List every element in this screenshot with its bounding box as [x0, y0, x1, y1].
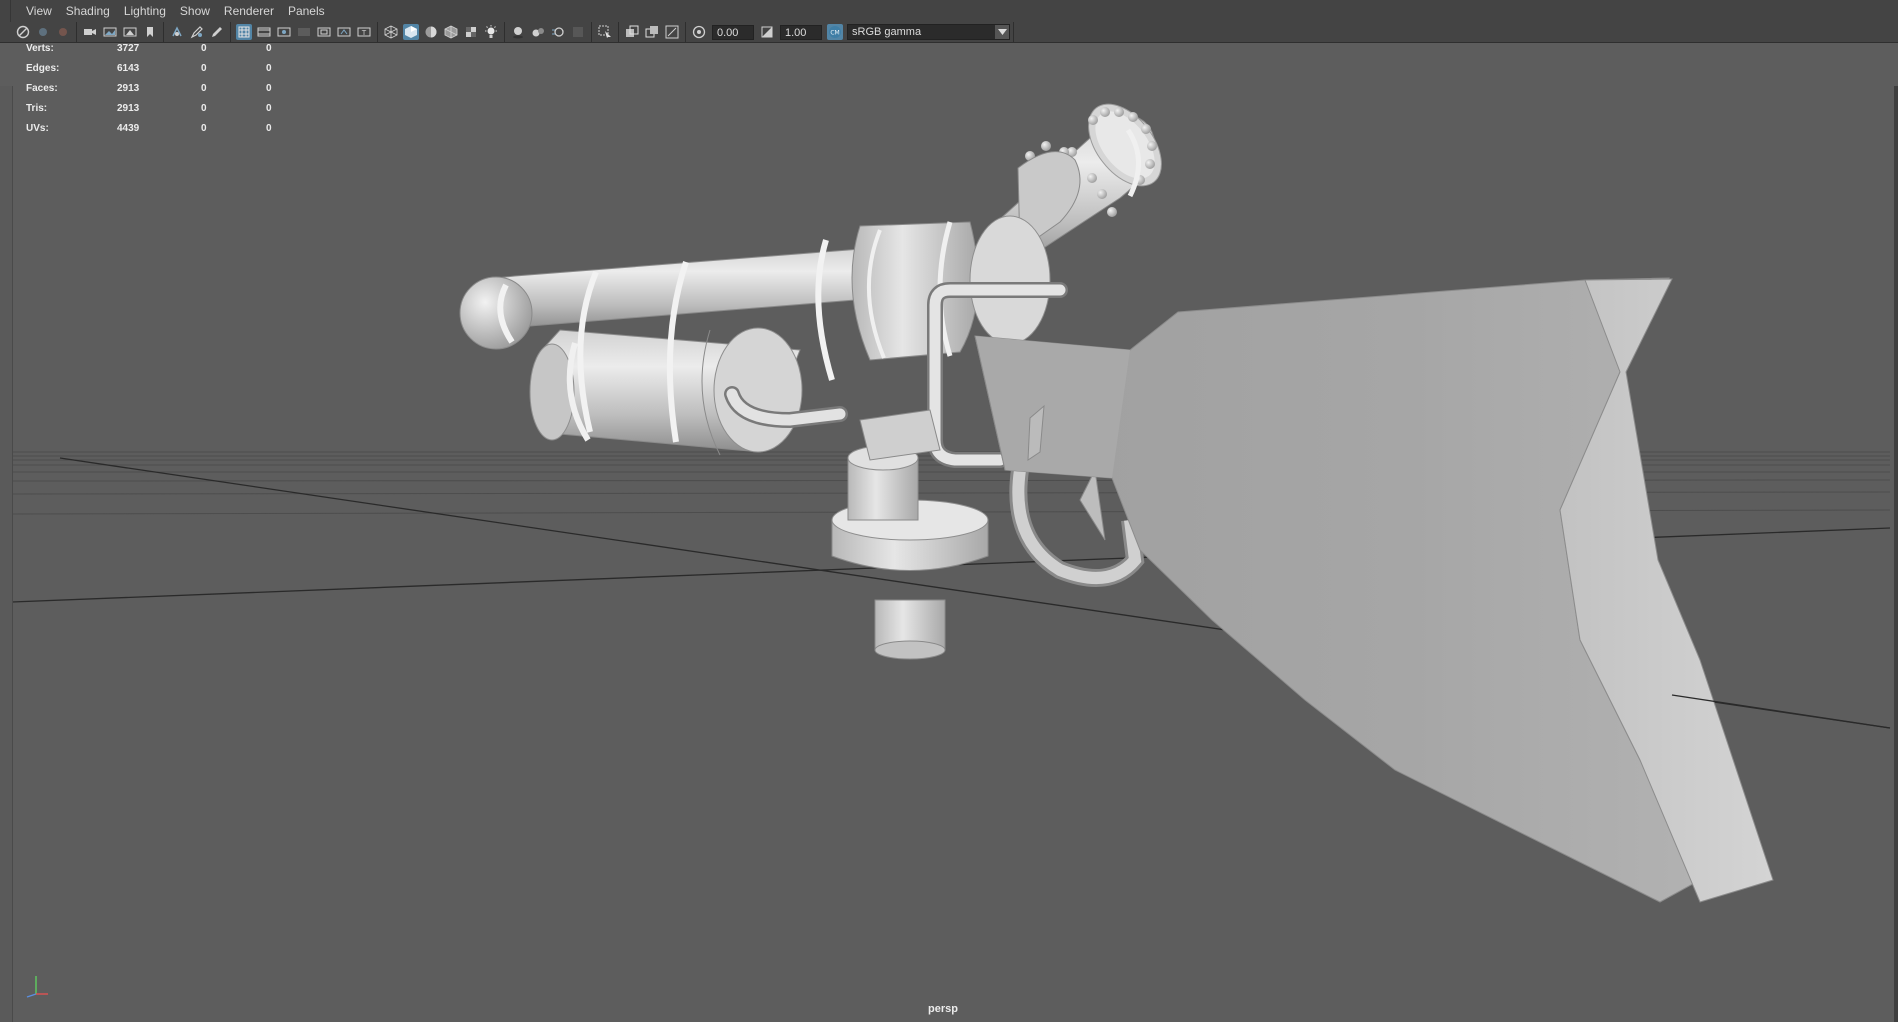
wireframe-on-shaded-icon[interactable]: [443, 24, 459, 40]
exposure-field[interactable]: 0.00: [712, 24, 754, 40]
chevron-down-icon[interactable]: [995, 25, 1009, 39]
gate-mask-icon[interactable]: [296, 24, 312, 40]
bookmark-icon[interactable]: [122, 24, 138, 40]
hud-row-uvs: UVs: 4439 0 0: [26, 121, 296, 141]
menu-view[interactable]: View: [19, 0, 59, 22]
toolbar-group-select: [10, 22, 77, 42]
image-plane-icon[interactable]: [102, 24, 118, 40]
menu-panels[interactable]: Panels: [281, 0, 332, 22]
hud-value: 3727: [117, 43, 140, 54]
svg-text:T: T: [361, 29, 367, 37]
gamma-field[interactable]: 1.00: [780, 24, 822, 40]
camera-icon[interactable]: [82, 24, 98, 40]
svg-text:CM: CM: [830, 30, 839, 37]
camera-name-label: persp: [928, 1003, 958, 1015]
color-space-label: sRGB gamma: [852, 26, 922, 38]
hud-value: 0: [266, 123, 272, 134]
toolbar-group-xray: [619, 22, 686, 42]
safe-action-icon[interactable]: [336, 24, 352, 40]
hud-value: 0: [201, 83, 207, 94]
perspective-viewport[interactable]: [0, 43, 1898, 1022]
hud-label: Tris:: [26, 103, 48, 114]
hud-value: 0: [266, 63, 272, 74]
hud-value: 4439: [117, 123, 140, 134]
xray-icon[interactable]: [624, 24, 640, 40]
toolbar-group-display: T: [231, 22, 378, 42]
hud-value: 2913: [117, 83, 140, 94]
toolbar-group-shading: [378, 22, 505, 42]
viewport-right-border: [1894, 86, 1898, 1022]
menu-renderer[interactable]: Renderer: [217, 0, 281, 22]
maya-window: View Shading Lighting Show Renderer Pane…: [0, 0, 1898, 1022]
anti-aliasing-icon[interactable]: [570, 24, 586, 40]
toolbar-group-view: [164, 22, 231, 42]
toolbar-grip[interactable]: [0, 22, 10, 42]
hud-value: 0: [201, 43, 207, 54]
safe-title-icon[interactable]: T: [356, 24, 372, 40]
xray-joints-icon[interactable]: [664, 24, 680, 40]
toolbar-group-render: [505, 22, 592, 42]
hud-row-faces: Faces: 2913 0 0: [26, 81, 296, 101]
menu-shading[interactable]: Shading: [59, 0, 117, 22]
hud-value: 0: [266, 103, 272, 114]
menu-grip[interactable]: [0, 0, 11, 22]
field-chart-icon[interactable]: [316, 24, 332, 40]
screen-space-ao-icon[interactable]: [530, 24, 546, 40]
toolbar-group-camera: [77, 22, 164, 42]
gamma-icon[interactable]: [759, 24, 775, 40]
camera-attributes-icon[interactable]: [55, 24, 71, 40]
hud-value: 6143: [117, 63, 140, 74]
hud-value: 0: [266, 43, 272, 54]
xray-active-components-icon[interactable]: [644, 24, 660, 40]
default-material-icon[interactable]: [423, 24, 439, 40]
view-transform-icon[interactable]: CM: [827, 24, 843, 40]
scene-render[interactable]: [0, 43, 1898, 1022]
hud-row-edges: Edges: 6143 0 0: [26, 61, 296, 81]
menu-show[interactable]: Show: [173, 0, 217, 22]
wireframe-icon[interactable]: [383, 24, 399, 40]
color-space-dropdown[interactable]: sRGB gamma: [847, 24, 1010, 40]
hud-label: Edges:: [26, 63, 60, 74]
exposure-icon[interactable]: [691, 24, 707, 40]
hud-row-tris: Tris: 2913 0 0: [26, 101, 296, 121]
motion-blur-icon[interactable]: [550, 24, 566, 40]
film-gate-icon[interactable]: [256, 24, 272, 40]
hud-label: UVs:: [26, 123, 49, 134]
viewport-left-border: [0, 86, 13, 1022]
bookmark-flag-icon[interactable]: [142, 24, 158, 40]
hud-value: 0: [266, 83, 272, 94]
shadows-icon[interactable]: [510, 24, 526, 40]
textured-icon[interactable]: [463, 24, 479, 40]
use-all-lights-icon[interactable]: [483, 24, 499, 40]
isolate-select-icon[interactable]: [597, 24, 613, 40]
poly-count-hud: Verts: 3727 0 0 Edges: 6143 0 0 Faces: 2…: [26, 41, 296, 141]
two-d-pan-icon[interactable]: [169, 24, 185, 40]
hud-value: 0: [201, 63, 207, 74]
grease-pencil-icon[interactable]: [189, 24, 205, 40]
smooth-shade-icon[interactable]: [403, 24, 419, 40]
hud-label: Verts:: [26, 43, 54, 54]
resolution-gate-icon[interactable]: [276, 24, 292, 40]
pencil-icon[interactable]: [209, 24, 225, 40]
panel-toolbar: T 0.00 1.00 CM sRGB gamma: [0, 22, 1898, 43]
grid-icon[interactable]: [236, 24, 252, 40]
hud-value: 0: [201, 123, 207, 134]
select-camera-icon[interactable]: [15, 24, 31, 40]
menu-lighting[interactable]: Lighting: [117, 0, 173, 22]
hud-value: 2913: [117, 103, 140, 114]
hud-label: Faces:: [26, 83, 58, 94]
hud-value: 0: [201, 103, 207, 114]
toolbar-group-isolate: [592, 22, 619, 42]
axis-gizmo-icon: [26, 976, 48, 998]
hud-row-verts: Verts: 3727 0 0: [26, 41, 296, 61]
toolbar-group-color: 0.00 1.00 CM sRGB gamma: [686, 22, 1014, 42]
panel-menu-bar: View Shading Lighting Show Renderer Pane…: [0, 0, 1898, 22]
lock-camera-icon[interactable]: [35, 24, 51, 40]
